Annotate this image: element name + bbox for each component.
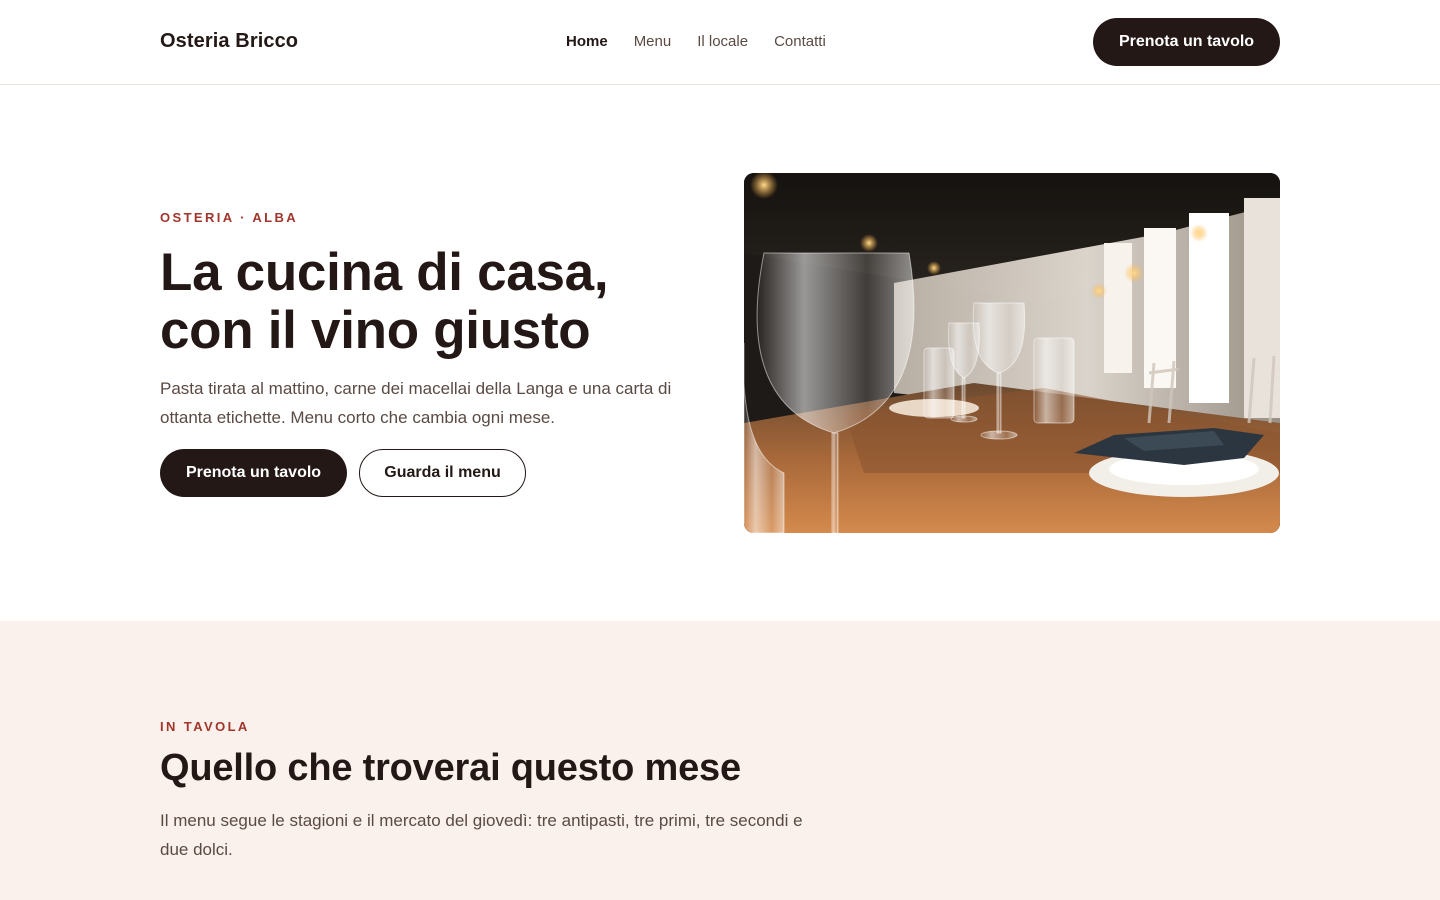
- nav-item-menu[interactable]: Menu: [634, 33, 672, 50]
- header-reserve-button[interactable]: Prenota un tavolo: [1093, 18, 1280, 66]
- site-header: Osteria Bricco Home Menu Il locale Conta…: [0, 0, 1440, 85]
- menu-eyebrow: IN TAVOLA: [160, 719, 250, 734]
- view-menu-button[interactable]: Guarda il menu: [359, 449, 526, 497]
- main-nav: Home Menu Il locale Contatti: [566, 33, 826, 50]
- hero-eyebrow: OSTERIA · ALBA: [160, 210, 299, 225]
- hero-title: La cucina di casa, con il vino giusto: [160, 244, 720, 360]
- hero-title-line-1: La cucina di casa,: [160, 243, 609, 302]
- nav-item-home[interactable]: Home: [566, 33, 608, 50]
- restaurant-photo-illustration: [744, 173, 1280, 533]
- hero-description: Pasta tirata al mattino, carne dei macel…: [160, 379, 672, 427]
- restaurant-photo: [744, 173, 1280, 533]
- menu-section-description: Il menu segue le stagioni e il mercato d…: [160, 811, 803, 859]
- reserve-table-button[interactable]: Prenota un tavolo: [160, 449, 347, 497]
- brand-logo[interactable]: Osteria Bricco: [160, 30, 298, 53]
- nav-item-il-locale[interactable]: Il locale: [697, 33, 748, 50]
- menu-intro-section: IN TAVOLA Quello che troverai questo mes…: [0, 621, 1440, 900]
- nav-item-contatti[interactable]: Contatti: [774, 33, 826, 50]
- menu-section-title: Quello che troverai questo mese: [160, 747, 741, 789]
- hero-title-line-2: con il vino giusto: [160, 301, 591, 360]
